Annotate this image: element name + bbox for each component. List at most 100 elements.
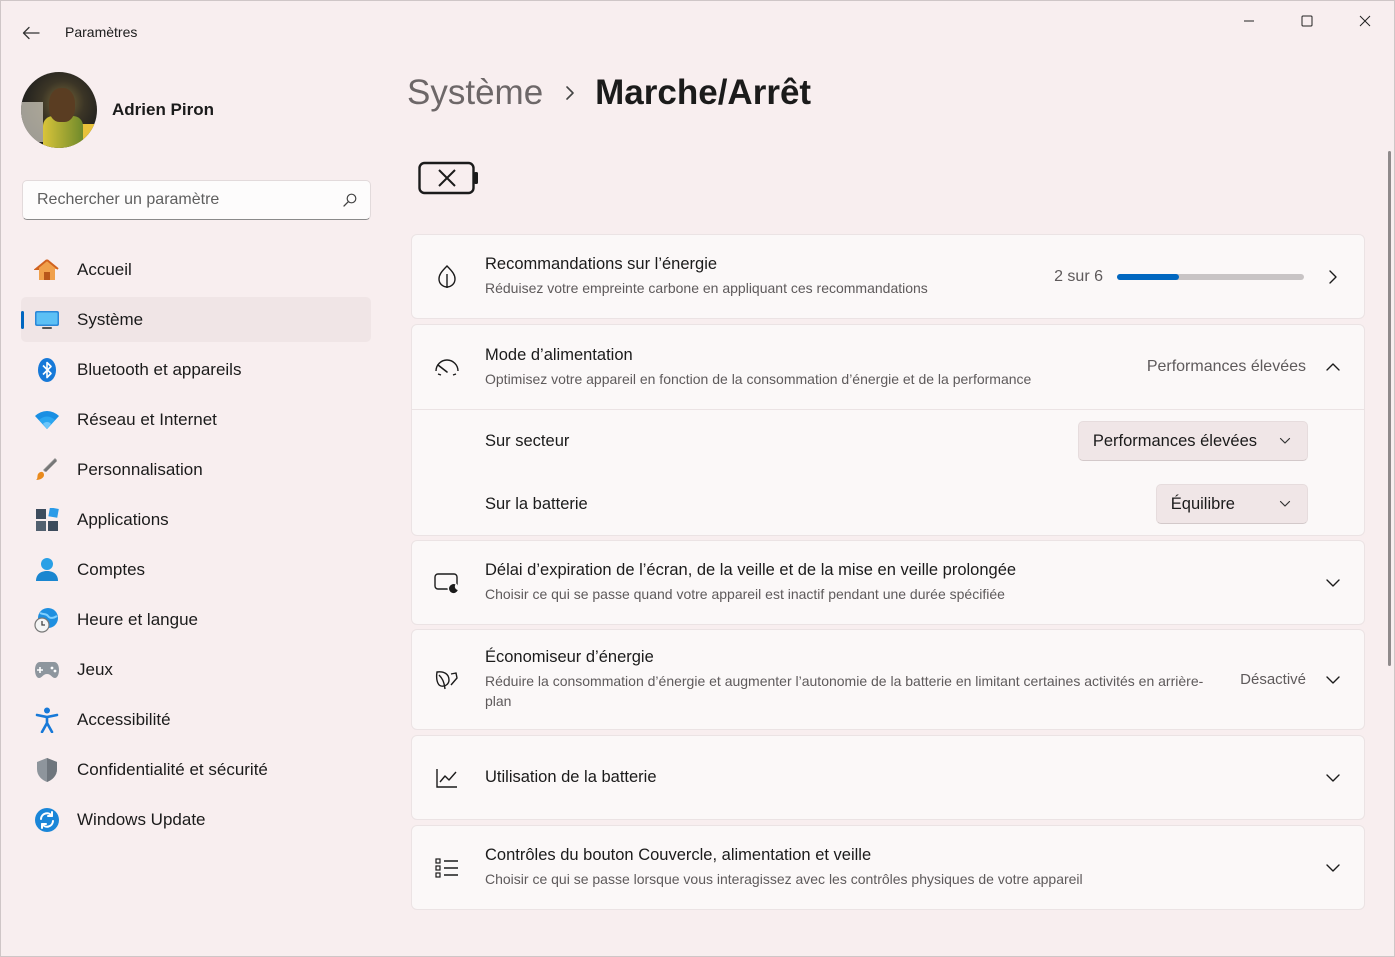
divider [412,409,1364,410]
power-mode-header[interactable]: Mode d’alimentation Optimisez votre appa… [412,325,1364,409]
energy-saver-status: Désactivé [1240,671,1306,688]
sidebar-item-label: Accueil [77,259,132,279]
title-bar: Paramètres [1,1,1394,59]
sidebar-item-label: Personnalisation [77,459,203,479]
chevron-right-icon [565,85,575,101]
card-title: Mode d’alimentation [485,345,633,364]
update-icon [34,807,60,833]
apps-icon [34,507,60,533]
sidebar-item-privacy-security[interactable]: Confidentialité et sécurité [21,747,371,792]
card-description: Optimisez votre appareil en fonction de … [485,370,1032,387]
sidebar-item-home[interactable]: Accueil [21,247,371,292]
sidebar-item-apps[interactable]: Applications [21,497,371,542]
chevron-down-icon [1279,437,1291,444]
account-icon [34,557,60,583]
on-battery-label: Sur la batterie [485,494,588,513]
energy-saver-card[interactable]: Économiseur d’énergie Réduire la consomm… [411,629,1365,730]
close-button[interactable] [1336,1,1394,41]
sidebar-item-label: Réseau et Internet [77,409,217,429]
energy-recommendations-card[interactable]: Recommandations sur l’énergie Réduisez v… [411,234,1365,319]
leaf-icon [434,264,460,290]
sidebar-item-system[interactable]: Système [21,297,371,342]
sidebar-item-accessibility[interactable]: Accessibilité [21,697,371,742]
vertical-scrollbar[interactable] [1388,151,1391,666]
brush-icon [34,457,60,483]
search-input[interactable] [37,191,342,209]
chevron-right-icon[interactable] [1320,264,1346,290]
sidebar-item-bluetooth[interactable]: Bluetooth et appareils [21,347,371,392]
card-description: Réduire la consommation d’énergie et aug… [485,673,1204,709]
back-button[interactable] [15,21,47,45]
card-description: Choisir ce qui se passe quand votre appa… [485,586,1005,602]
dropdown-value: Équilibre [1170,494,1235,513]
search-box[interactable] [22,180,371,220]
card-description: Réduisez votre empreinte carbone en appl… [485,280,928,296]
battery-missing-icon [418,160,480,201]
plugged-in-dropdown[interactable]: Performances élevées [1077,421,1308,461]
maximize-icon [1301,15,1313,27]
sidebar-item-label: Comptes [77,559,146,579]
search-icon[interactable] [342,192,358,208]
progress-bar [1117,273,1304,280]
power-mode-value: Performances élevées [1146,358,1306,375]
sidebar-item-label: Heure et langue [77,609,198,629]
chevron-down-icon[interactable] [1320,570,1346,596]
time-language-icon [34,607,60,633]
speedometer-icon [434,354,460,380]
card-title: Contrôles du bouton Couvercle, alimentat… [485,846,872,864]
sidebar-item-time-language[interactable]: Heure et langue [21,597,371,642]
sidebar-item-windows-update[interactable]: Windows Update [21,797,371,842]
sidebar-item-personalization[interactable]: Personnalisation [21,447,371,492]
user-profile[interactable]: Adrien Piron [21,71,214,149]
sidebar-item-label: Windows Update [77,809,206,829]
home-icon [34,257,60,283]
chevron-down-icon[interactable] [1320,667,1346,693]
accessibility-icon [34,707,60,733]
wifi-icon [34,407,60,433]
gamepad-icon [34,657,60,683]
screen-sleep-icon [434,570,460,596]
profile-name: Adrien Piron [112,100,215,119]
back-arrow-icon [22,26,40,40]
sidebar-item-label: Applications [77,509,169,529]
chevron-down-icon [1279,500,1291,507]
sidebar-item-accounts[interactable]: Comptes [21,547,371,592]
avatar[interactable] [21,72,97,148]
list-options-icon [434,855,460,881]
chevron-down-icon[interactable] [1320,765,1346,791]
page-title: Marche/Arrêt [595,73,812,112]
maximize-button[interactable] [1278,1,1336,41]
on-battery-dropdown[interactable]: Équilibre [1155,484,1308,524]
bluetooth-icon [34,357,60,383]
sidebar-item-network[interactable]: Réseau et Internet [21,397,371,442]
sidebar-item-label: Bluetooth et appareils [77,359,242,379]
sidebar-item-label: Confidentialité et sécurité [77,759,268,779]
sidebar-item-gaming[interactable]: Jeux [21,647,371,692]
chevron-up-icon[interactable] [1320,354,1346,380]
sidebar-nav: Accueil Système Bluetooth et appareils R… [21,247,371,847]
progress-count: 2 sur 6 [1054,267,1103,285]
app-title: Paramètres [65,24,138,40]
minimize-button[interactable] [1220,1,1278,41]
sidebar-item-label: Jeux [77,659,113,679]
breadcrumb-parent[interactable]: Système [407,73,543,113]
shield-icon [34,757,60,783]
progress-fill [1117,273,1180,280]
chevron-down-icon[interactable] [1320,855,1346,881]
settings-window: Paramètres Adrien Piron Accueil [0,0,1395,957]
screen-sleep-card[interactable]: Délai d’expiration de l’écran, de la vei… [411,540,1365,625]
plugged-in-label: Sur secteur [485,431,570,450]
energy-saver-icon [434,667,460,693]
battery-usage-card[interactable]: Utilisation de la batterie [411,735,1365,820]
card-title: Économiseur d’énergie [485,648,654,666]
card-title: Recommandations sur l’énergie [485,255,718,273]
minimize-icon [1244,20,1254,22]
sidebar-item-label: Accessibilité [77,709,171,729]
lid-power-controls-card[interactable]: Contrôles du bouton Couvercle, alimentat… [411,825,1365,910]
system-icon [34,307,60,333]
close-icon [1359,15,1371,27]
card-title: Délai d’expiration de l’écran, de la vei… [485,561,1017,579]
breadcrumb: Système Marche/Arrêt [407,73,811,113]
chart-line-icon [434,765,460,791]
dropdown-value: Performances élevées [1092,431,1257,450]
